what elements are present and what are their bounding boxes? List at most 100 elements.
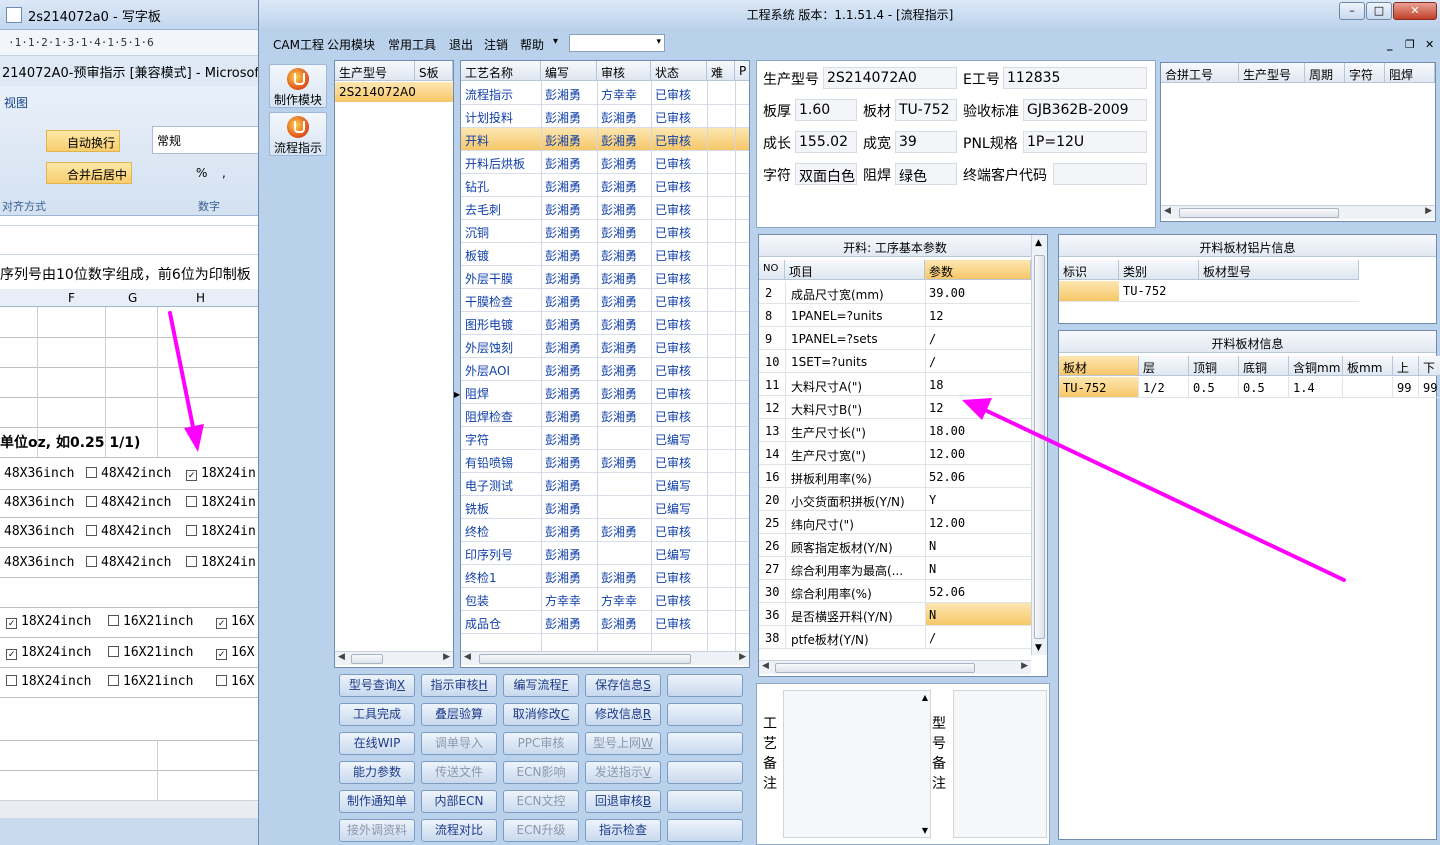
param-row[interactable]: 14 生产尺寸宽(") 12.00 (759, 442, 1031, 465)
col-header-param[interactable]: 参数 (925, 260, 1031, 280)
action-button[interactable]: 指示检查 (585, 819, 661, 842)
col-header-down[interactable]: 下 (1419, 356, 1440, 376)
action-button[interactable] (667, 761, 743, 784)
col-header-board[interactable]: 板材 (1059, 356, 1139, 376)
action-button[interactable]: 接外调资料 (339, 819, 415, 842)
param-row[interactable]: 8 1PANEL=?units 12 (759, 304, 1031, 327)
action-button[interactable] (667, 732, 743, 755)
action-button[interactable]: PPC审核 (503, 732, 579, 755)
checkbox-checked[interactable]: ✓ (216, 649, 227, 660)
mdi-minimize-icon[interactable]: _ (1387, 38, 1393, 51)
menu-common-module[interactable]: 公用模块 (327, 36, 375, 53)
action-button[interactable]: 制作通知单 (339, 790, 415, 813)
menu-common-tools[interactable]: 常用工具 (388, 36, 436, 53)
checkbox[interactable] (108, 646, 119, 657)
material-cell[interactable]: 0.5 (1189, 377, 1239, 398)
scroll-down-icon[interactable]: ▼ (1035, 643, 1042, 653)
close-icon[interactable]: ✕ (1393, 2, 1437, 20)
action-button[interactable]: 发送指示V (585, 761, 661, 784)
material-cell[interactable]: 0.5 (1239, 377, 1289, 398)
col-header-char[interactable]: 字符 (1345, 63, 1385, 83)
menu-overflow-icon[interactable]: ▾ (553, 36, 558, 47)
col-header-model[interactable]: 生产型号 (335, 61, 415, 81)
col-header-type[interactable]: 类别 (1119, 260, 1199, 280)
merge-center-button[interactable]: 合并后居中 (46, 162, 133, 184)
params-vscroll[interactable]: ▲ ▼ (1031, 235, 1047, 655)
col-header-top-copper[interactable]: 顶铜 (1189, 356, 1239, 376)
menu-cam[interactable]: CAM工程 (273, 36, 324, 53)
menu-help[interactable]: 帮助 (520, 36, 544, 53)
mdi-restore-icon[interactable]: ❐ (1405, 38, 1415, 51)
checkbox[interactable] (186, 556, 197, 567)
scroll-down-icon[interactable]: ▼ (922, 826, 928, 835)
param-row[interactable]: 26 顾客指定板材(Y/N) N (759, 534, 1031, 557)
checkbox-checked[interactable]: ✓ (186, 470, 197, 481)
action-button[interactable]: 取消修改C (503, 703, 579, 726)
action-button[interactable]: ECN文控 (503, 790, 579, 813)
col-header-mask[interactable]: 阻焊 (1385, 63, 1435, 83)
process-hscroll[interactable]: ◀ ▶ (461, 651, 749, 665)
param-row[interactable]: 16 拼板利用率(%) 52.06 (759, 465, 1031, 488)
action-button[interactable] (667, 819, 743, 842)
action-button[interactable]: 叠层验算 (421, 703, 497, 726)
action-button[interactable]: 型号上网W (585, 732, 661, 755)
menu-logout[interactable]: 注销 (484, 36, 508, 53)
param-row[interactable]: 36 是否横竖开料(Y/N) N (759, 603, 1031, 626)
sheet-scrollbar[interactable] (0, 800, 262, 818)
menu-combo-box[interactable]: ▾ (569, 34, 665, 52)
comma-button[interactable]: , (222, 166, 226, 180)
col-header-mark[interactable]: 标识 (1059, 260, 1119, 280)
col-header-difficulty[interactable]: 难 (707, 61, 735, 81)
col-header-board-model[interactable]: 板材型号 (1199, 260, 1359, 280)
col-header-copper-mm[interactable]: 含铜mm (1289, 356, 1343, 376)
scroll-up-icon[interactable]: ▲ (922, 693, 928, 702)
material-cell[interactable] (1343, 377, 1393, 398)
checkbox[interactable] (216, 675, 227, 686)
material-cell[interactable]: 99 (1393, 377, 1419, 398)
checkbox-checked[interactable]: ✓ (6, 618, 17, 629)
action-button[interactable]: 修改信息R (585, 703, 661, 726)
process-notes-area[interactable]: ▲ ▼ (783, 690, 931, 838)
col-header-merge-no[interactable]: 合拼工号 (1161, 63, 1239, 83)
wrap-text-button[interactable]: 自动换行 (46, 130, 121, 152)
col-header-layer[interactable]: 层 (1139, 356, 1189, 376)
aluminum-row-mark[interactable] (1059, 281, 1119, 301)
checkbox[interactable] (6, 675, 17, 686)
col-header-cycle[interactable]: 周期 (1305, 63, 1345, 83)
col-header-bottom-copper[interactable]: 底铜 (1239, 356, 1289, 376)
action-button[interactable]: 工具完成 (339, 703, 415, 726)
field-material[interactable]: TU-752 (895, 99, 957, 121)
checkbox[interactable] (86, 525, 97, 536)
action-button[interactable] (667, 674, 743, 697)
col-header-process[interactable]: 工艺名称 (461, 61, 541, 81)
col-header-writer[interactable]: 编写 (541, 61, 597, 81)
action-button[interactable]: 型号查询X (339, 674, 415, 697)
field-standard[interactable]: GJB362B-2009 (1023, 99, 1147, 121)
nav-make-module[interactable]: 制作模块 (269, 64, 327, 108)
field-thickness[interactable]: 1.60 (795, 99, 857, 121)
action-button[interactable]: 保存信息S (585, 674, 661, 697)
action-button[interactable]: 在线WIP (339, 732, 415, 755)
param-row[interactable]: 27 综合利用率为最高(... N (759, 557, 1031, 580)
action-button[interactable]: 编写流程F (503, 674, 579, 697)
field-model[interactable]: 2S214072A0 (823, 67, 957, 89)
col-header-board-mm[interactable]: 板mm (1343, 356, 1393, 376)
action-button[interactable]: 指示审核H (421, 674, 497, 697)
param-row[interactable]: 20 小交货面积拼板(Y/N) Y (759, 488, 1031, 511)
action-button[interactable] (667, 790, 743, 813)
param-row[interactable]: 30 综合利用率(%) 52.06 (759, 580, 1031, 603)
param-row[interactable]: 11 大料尺寸A(") 18 (759, 373, 1031, 396)
checkbox[interactable] (86, 556, 97, 567)
action-button[interactable]: 传送文件 (421, 761, 497, 784)
checkbox[interactable] (86, 467, 97, 478)
checkbox[interactable] (108, 675, 119, 686)
field-customer-code[interactable] (1053, 163, 1147, 185)
minimize-icon[interactable]: – (1339, 2, 1365, 20)
param-row[interactable]: 9 1PANEL=?sets / (759, 327, 1031, 350)
model-notes-area[interactable] (953, 690, 1047, 838)
action-button[interactable]: 调单导入 (421, 732, 497, 755)
material-cell[interactable]: 1/2 (1139, 377, 1189, 398)
checkbox[interactable] (186, 496, 197, 507)
action-button[interactable]: 能力参数 (339, 761, 415, 784)
field-width[interactable]: 39 (895, 131, 957, 153)
